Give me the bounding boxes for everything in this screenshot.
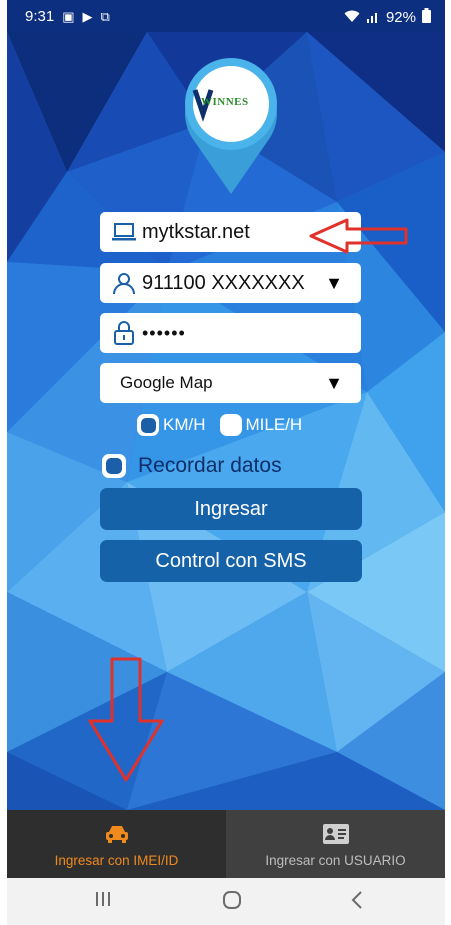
kmh-label: KM/H [163,415,206,434]
remember-row[interactable]: Recordar datos [102,454,282,478]
unit-selector: KM/H MILE/H [137,414,302,436]
chevron-down-icon[interactable]: ▼ [325,273,343,294]
status-bar: 9:31 ▣ ▶ ⧉ 92% [7,0,445,32]
car-icon [104,821,130,847]
signal-icon [366,10,380,25]
back-icon[interactable] [351,890,363,916]
clock: 9:31 [25,8,55,25]
red-arrow-left-annotation [309,218,408,254]
password-field[interactable]: •••••• [100,313,361,353]
sms-control-button[interactable]: Control con SMS [100,540,362,582]
mileh-label: MILE/H [245,415,303,434]
id-card-icon [322,821,350,847]
remember-checkbox[interactable] [102,454,126,478]
password-value: •••••• [142,322,186,343]
gallery-notification-icon: ▣ [62,9,75,24]
phone-screen: 9:31 ▣ ▶ ⧉ 92% WINNES mytkstar.net 91110… [7,0,445,925]
kmh-radio[interactable] [137,414,159,436]
tab-user-label: Ingresar con USUARIO [265,852,406,868]
play-notification-icon: ▶ [82,9,93,24]
map-type-select[interactable]: Google Map ▼ [100,363,361,403]
lock-icon [106,320,142,346]
red-arrow-down-annotation [88,657,164,782]
battery-level: 92% [385,9,416,26]
account-value: 911100 XXXXXXX [142,271,305,294]
server-value: mytkstar.net [142,220,250,243]
android-nav-bar [7,878,445,925]
tab-user-login[interactable]: Ingresar con USUARIO [226,810,445,878]
home-icon[interactable] [222,890,242,916]
remember-label: Recordar datos [138,454,282,477]
logo-text: WINNES [201,96,249,108]
app-logo: WINNES [173,50,289,194]
chevron-down-icon: ▼ [325,373,343,393]
login-button[interactable]: Ingresar [100,488,362,530]
user-icon [106,271,142,295]
wifi-icon [344,10,360,25]
account-field[interactable]: 911100 XXXXXXX ▼ [100,263,361,303]
recent-apps-icon[interactable] [95,890,111,914]
mileh-radio[interactable] [219,414,242,436]
bottom-tab-bar: Ingresar con IMEI/ID Ingresar con USUARI… [7,810,445,878]
screenshot-notification-icon: ⧉ [100,9,110,24]
battery-icon [422,8,431,27]
tab-imei-login[interactable]: Ingresar con IMEI/ID [7,810,226,878]
map-type-value: Google Map [120,373,213,392]
laptop-icon [106,221,142,243]
tab-imei-label: Ingresar con IMEI/ID [54,852,179,868]
